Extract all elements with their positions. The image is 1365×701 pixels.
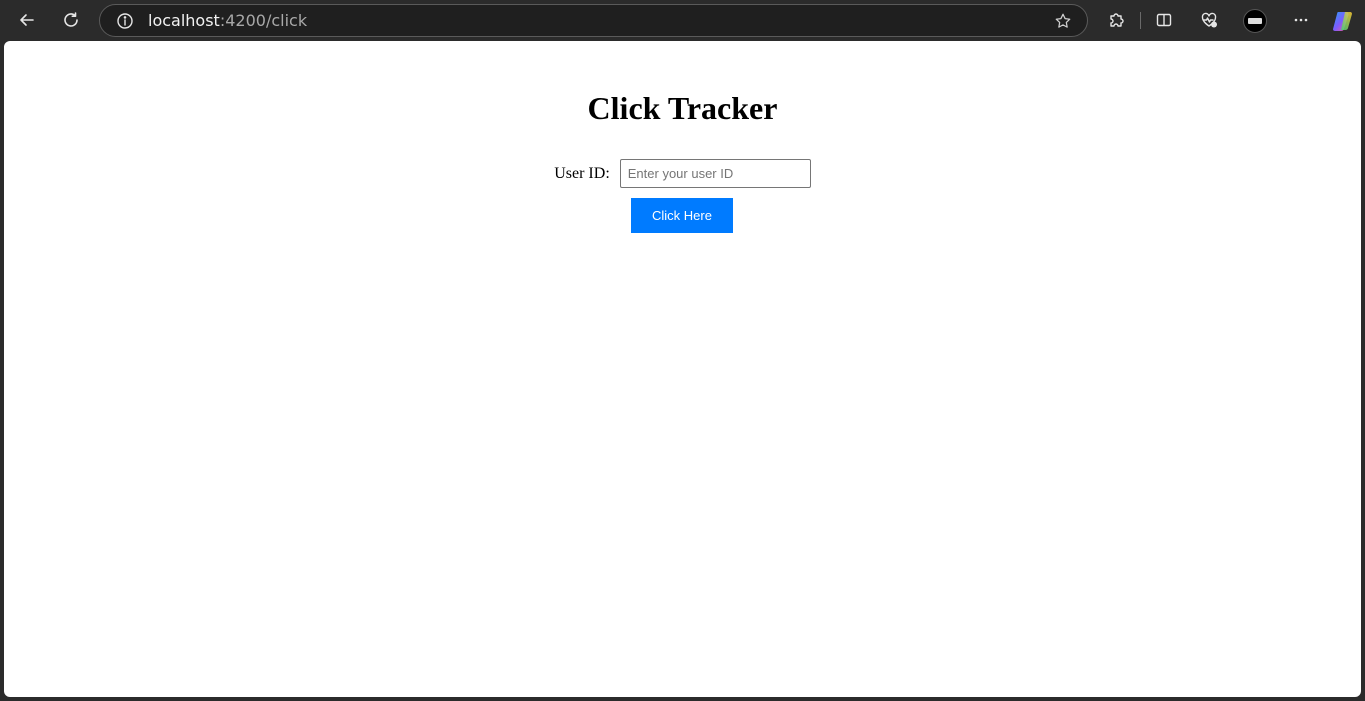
heart-pulse-icon — [1201, 12, 1217, 28]
user-id-label: User ID: — [554, 164, 610, 182]
extensions-button[interactable] — [1101, 5, 1131, 35]
click-here-button[interactable]: Click Here — [631, 198, 733, 233]
user-id-row: User ID: — [4, 159, 1361, 188]
split-screen-button[interactable] — [1149, 5, 1179, 35]
split-screen-icon — [1156, 13, 1172, 27]
url-path: :4200/click — [219, 11, 308, 30]
performance-button[interactable] — [1194, 5, 1224, 35]
puzzle-icon — [1110, 13, 1124, 27]
user-id-input[interactable] — [619, 159, 811, 188]
copilot-button[interactable] — [1331, 9, 1355, 33]
star-icon — [1055, 13, 1071, 28]
reload-icon — [64, 12, 78, 27]
arrow-left-icon — [20, 14, 34, 26]
copilot-icon — [1333, 12, 1352, 31]
toolbar-separator — [1140, 12, 1141, 29]
ellipsis-icon — [1294, 18, 1308, 22]
url-text[interactable]: localhost:4200/click — [148, 11, 307, 31]
browser-toolbar: localhost:4200/click — [0, 0, 1365, 41]
more-options-button[interactable] — [1286, 5, 1316, 35]
address-bar[interactable]: localhost:4200/click — [99, 4, 1088, 37]
url-host: localhost — [148, 11, 220, 30]
profile-button[interactable] — [1243, 9, 1267, 33]
info-icon — [117, 13, 133, 29]
page-title: Click Tracker — [587, 90, 778, 126]
reload-button[interactable] — [56, 5, 86, 35]
favorite-button[interactable] — [1053, 11, 1073, 31]
profile-avatar-icon — [1248, 18, 1262, 24]
back-button[interactable] — [12, 5, 42, 35]
page-viewport: Click Tracker User ID: Click Here — [4, 41, 1361, 697]
site-info-button[interactable] — [116, 12, 134, 30]
